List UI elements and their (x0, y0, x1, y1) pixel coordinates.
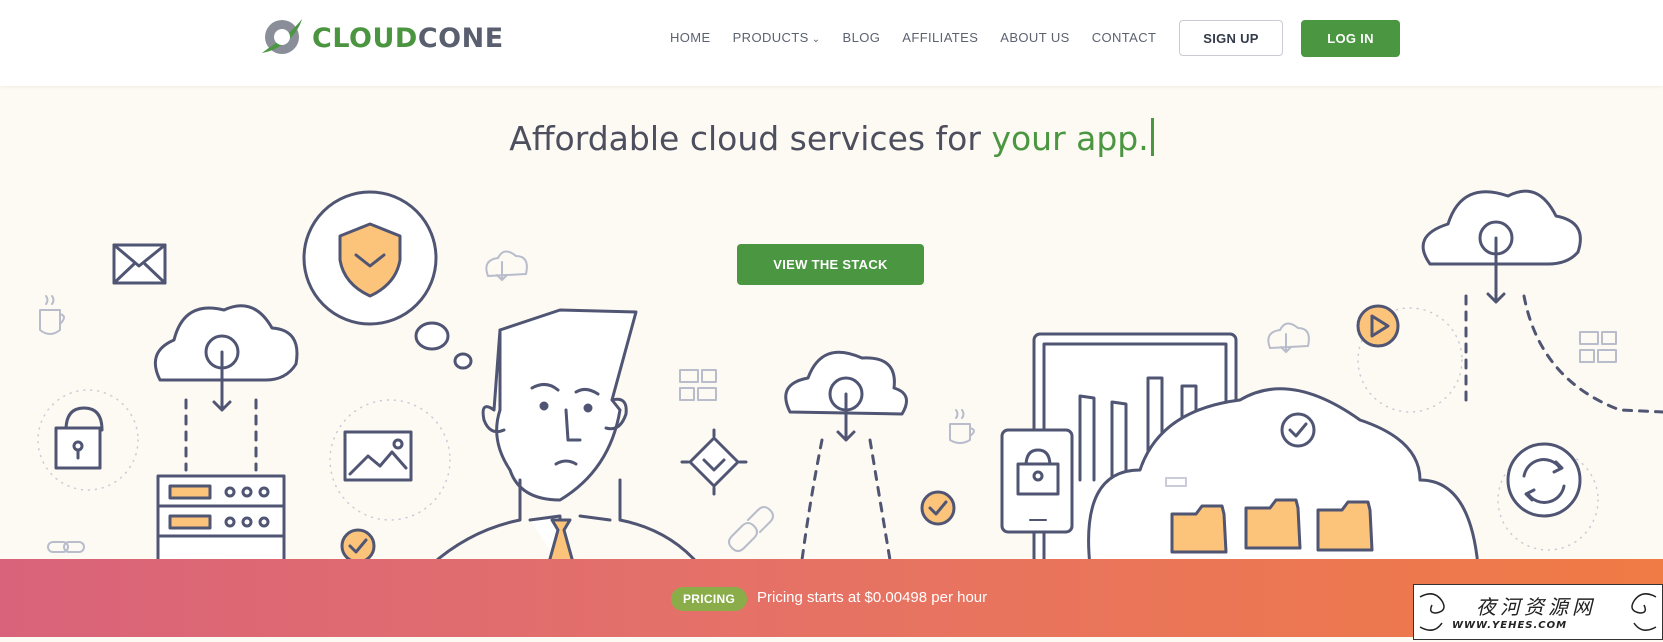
cloud-download-icon (1421, 189, 1663, 414)
nav-blog[interactable]: BLOG (843, 30, 881, 45)
person-illustration (428, 308, 702, 566)
nav-contact[interactable]: CONTACT (1092, 30, 1157, 45)
check-circle-icon (340, 528, 376, 564)
server-icon (156, 474, 286, 566)
cloud-download-icon (784, 350, 908, 562)
cloud-download-icon (1267, 322, 1310, 353)
main-nav: HOME PRODUCTS ⌄ BLOG AFFILIATES ABOUT US … (670, 30, 1178, 45)
coffee-icon (949, 409, 975, 444)
logo-text-cone: CONE (417, 22, 504, 54)
watermark-url: WWW.YEHES.COM (1452, 620, 1568, 631)
sitemap-icon (679, 369, 717, 401)
brand-logo[interactable]: CLOUDCONE (258, 14, 504, 62)
nav-about-us[interactable]: ABOUT US (1000, 30, 1069, 45)
chevron-down-icon: ⌄ (811, 34, 821, 45)
nav-home[interactable]: HOME (670, 30, 711, 45)
folder-icon (1170, 498, 1374, 554)
link-icon (47, 541, 85, 553)
refresh-icon (1506, 442, 1582, 518)
watermark-logo: 夜河资源网 WWW.YEHES.COM (1413, 584, 1663, 640)
logo-swoosh-icon (262, 19, 302, 54)
envelope-icon (112, 243, 167, 285)
site-header: CLOUDCONE HOME PRODUCTS ⌄ BLOG AFFILIATES… (0, 0, 1663, 86)
play-icon (1356, 304, 1400, 348)
check-circle-icon (920, 490, 956, 526)
nav-products-label: PRODUCTS (732, 30, 809, 45)
sitemap-icon (1579, 331, 1617, 363)
hero-illustration (37, 189, 1663, 566)
cloud-download-icon (153, 304, 299, 472)
logo-text-cloud: CLOUD (312, 22, 418, 54)
view-the-stack-button[interactable]: VIEW THE STACK (737, 244, 924, 285)
diamond-check-icon (680, 428, 748, 496)
pricing-text: Pricing starts at $0.00498 per hour (757, 589, 988, 606)
nav-products[interactable]: PRODUCTS ⌄ (733, 30, 821, 45)
pricing-badge: PRICING (671, 587, 748, 611)
coffee-icon (39, 295, 65, 335)
link-icon (728, 506, 774, 552)
log-in-button[interactable]: LOG IN (1301, 20, 1400, 57)
image-icon (343, 430, 413, 482)
watermark-chinese: 夜河资源网 (1476, 595, 1596, 619)
nav-affiliates[interactable]: AFFILIATES (902, 30, 978, 45)
padlock-icon (54, 406, 104, 470)
sign-up-button[interactable]: SIGN UP (1179, 20, 1283, 56)
tablet-lock-icon (1000, 428, 1074, 534)
shield-icon (302, 190, 473, 370)
logo-wordmark: CLOUDCONE (312, 23, 504, 54)
cloud-download-icon (485, 250, 528, 281)
